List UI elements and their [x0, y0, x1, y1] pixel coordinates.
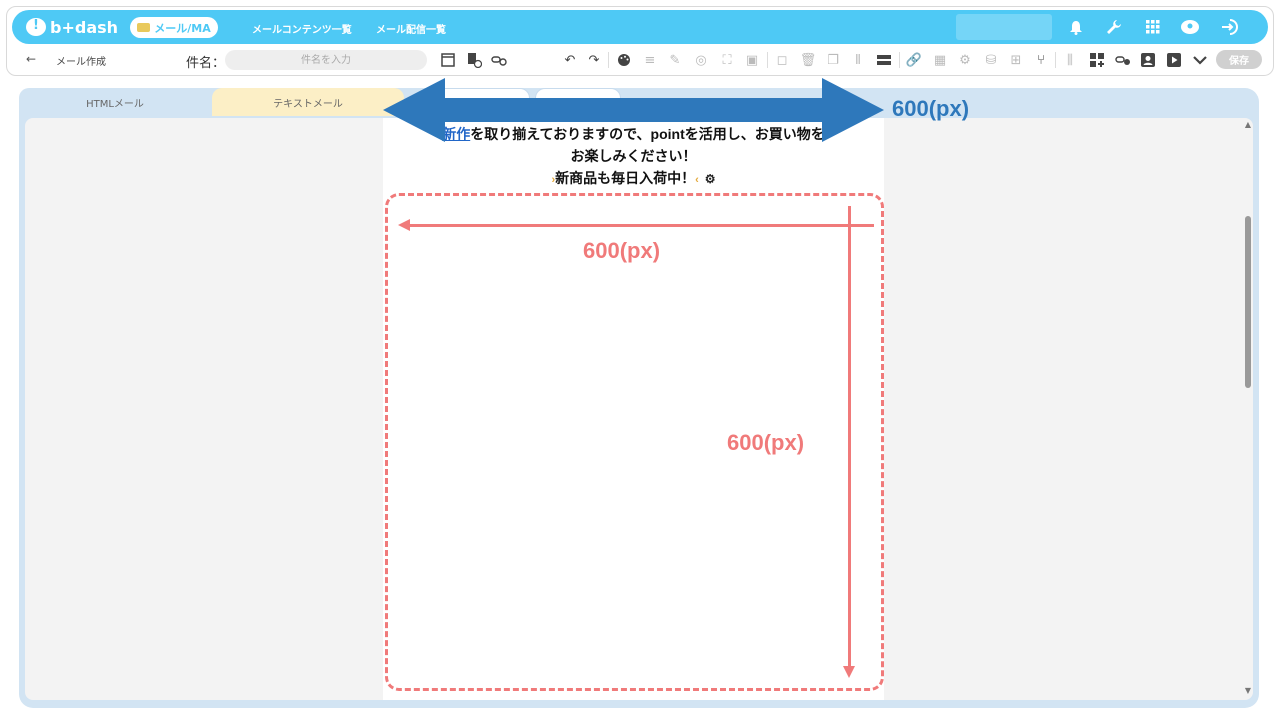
add-content-icon[interactable]: ⊞ — [1006, 50, 1026, 70]
grid-icon[interactable] — [1143, 17, 1163, 37]
scroll-down-arrow-icon[interactable]: ▼ — [1243, 686, 1253, 696]
user-switch-icon[interactable] — [1180, 17, 1200, 37]
pen-icon[interactable]: ✎ — [665, 50, 685, 70]
chevron-left-icon: ‹ — [695, 174, 699, 186]
template-icon[interactable] — [438, 50, 458, 70]
tab-text-mail[interactable]: テキストメール — [212, 88, 404, 116]
mode-label: メール/MA — [154, 21, 211, 35]
blue-arrowhead-right-icon — [822, 78, 884, 142]
editor-toolbar: ← メール作成 件名： ↶ ↷ ≡ ✎ ◎ ⛶ ▣ ◻ 🗑 ❐ ⦀ 🔗 ▦ ⚙ … — [0, 48, 1280, 72]
red-height-arrow-shaft — [848, 206, 851, 668]
subject-input[interactable] — [225, 50, 427, 70]
nav-mail-delivery-list[interactable]: メール配信一覧 — [376, 21, 446, 36]
red-width-label: 600(px) — [583, 238, 661, 263]
palette-icon[interactable] — [614, 50, 634, 70]
email-link-new[interactable]: 新作 — [442, 126, 470, 142]
gears-icon[interactable]: ⚙ — [955, 50, 975, 70]
toolbar-divider — [899, 52, 900, 68]
play-video-icon[interactable] — [1164, 50, 1184, 70]
logo-bubble-icon — [26, 18, 46, 36]
trash-icon[interactable]: 🗑 — [798, 50, 818, 70]
subject-label: 件名： — [186, 56, 226, 71]
blue-width-label: 600(px) — [892, 96, 970, 121]
duplicate-icon[interactable]: ❐ — [823, 50, 843, 70]
folder-icon — [137, 23, 151, 32]
schedule-icon[interactable] — [464, 50, 484, 70]
target-icon[interactable]: ◎ — [691, 50, 711, 70]
email-text-line-3[interactable]: ›新商品も毎日入荷中！‹ ⚙ — [383, 168, 884, 188]
gear-icon[interactable]: ⚙ — [705, 172, 716, 186]
scroll-up-arrow-icon[interactable]: ▲ — [1243, 120, 1253, 130]
blue-arrowhead-left-icon — [383, 78, 445, 142]
redo-icon[interactable]: ↷ — [584, 50, 604, 70]
rows-icon[interactable] — [874, 50, 894, 70]
logout-icon[interactable] — [1220, 17, 1240, 37]
add-block-icon[interactable] — [1087, 50, 1107, 70]
link-settings-icon[interactable] — [1113, 50, 1133, 70]
nav-mail-content-list[interactable]: メールコンテンツ一覧 — [252, 21, 352, 36]
image-icon[interactable]: ▣ — [742, 50, 762, 70]
branch-icon[interactable]: ⑂ — [1031, 50, 1051, 70]
calendar-icon[interactable]: ▦ — [930, 50, 950, 70]
bell-icon[interactable] — [1066, 17, 1086, 37]
save-button[interactable]: 保存 — [1216, 50, 1262, 69]
tab-html-mail[interactable]: HTMLメール — [19, 88, 211, 116]
copy-icon[interactable]: ◻ — [772, 50, 792, 70]
email-text-line-2[interactable]: お楽しみください！ — [383, 146, 884, 166]
content-area-dashed-outline — [385, 193, 884, 691]
top-navigation-bar: b+dash メール/MA メールコンテンツ一覧 メール配信一覧 — [12, 10, 1268, 44]
account-info-blurred[interactable] — [956, 14, 1052, 40]
wrench-icon[interactable] — [1104, 17, 1124, 37]
barcode-icon[interactable]: ⫼ — [1060, 50, 1080, 70]
toolbar-divider — [767, 52, 768, 68]
mode-switch-mail-ma[interactable]: メール/MA — [130, 17, 218, 38]
columns-icon[interactable]: ⦀ — [848, 50, 868, 70]
email-text-line-1[interactable]: 新作を取り揃えておりますので、pointを活用し、お買い物を — [383, 124, 884, 144]
profile-card-icon[interactable] — [1138, 50, 1158, 70]
toolbar-divider — [608, 52, 609, 68]
bdash-logo[interactable]: b+dash — [26, 16, 118, 38]
link-icon[interactable]: 🔗 — [904, 50, 924, 70]
database-icon[interactable]: ⛁ — [981, 50, 1001, 70]
red-width-arrowhead-icon — [398, 219, 410, 231]
align-icon[interactable]: ≡ — [640, 50, 660, 70]
fullscreen-icon[interactable]: ⛶ — [717, 50, 737, 70]
page-title: メール作成 — [56, 57, 106, 68]
toolbar-divider — [1055, 52, 1056, 68]
red-width-arrow-shaft — [408, 224, 874, 227]
vertical-scrollbar[interactable]: ▲ ▼ — [1243, 120, 1253, 698]
back-arrow-icon[interactable]: ← — [26, 52, 36, 66]
undo-icon[interactable]: ↶ — [560, 50, 580, 70]
scroll-thumb[interactable] — [1245, 216, 1251, 388]
link-preview-icon[interactable] — [489, 50, 509, 70]
red-height-arrowhead-icon — [843, 666, 855, 678]
red-height-label: 600(px) — [727, 430, 805, 455]
logo-text: b+dash — [50, 17, 119, 37]
chevron-down-icon[interactable] — [1190, 50, 1210, 70]
blue-width-arrow-shaft — [444, 98, 826, 122]
email-headline: 新商品も毎日入荷中！ — [555, 170, 696, 186]
